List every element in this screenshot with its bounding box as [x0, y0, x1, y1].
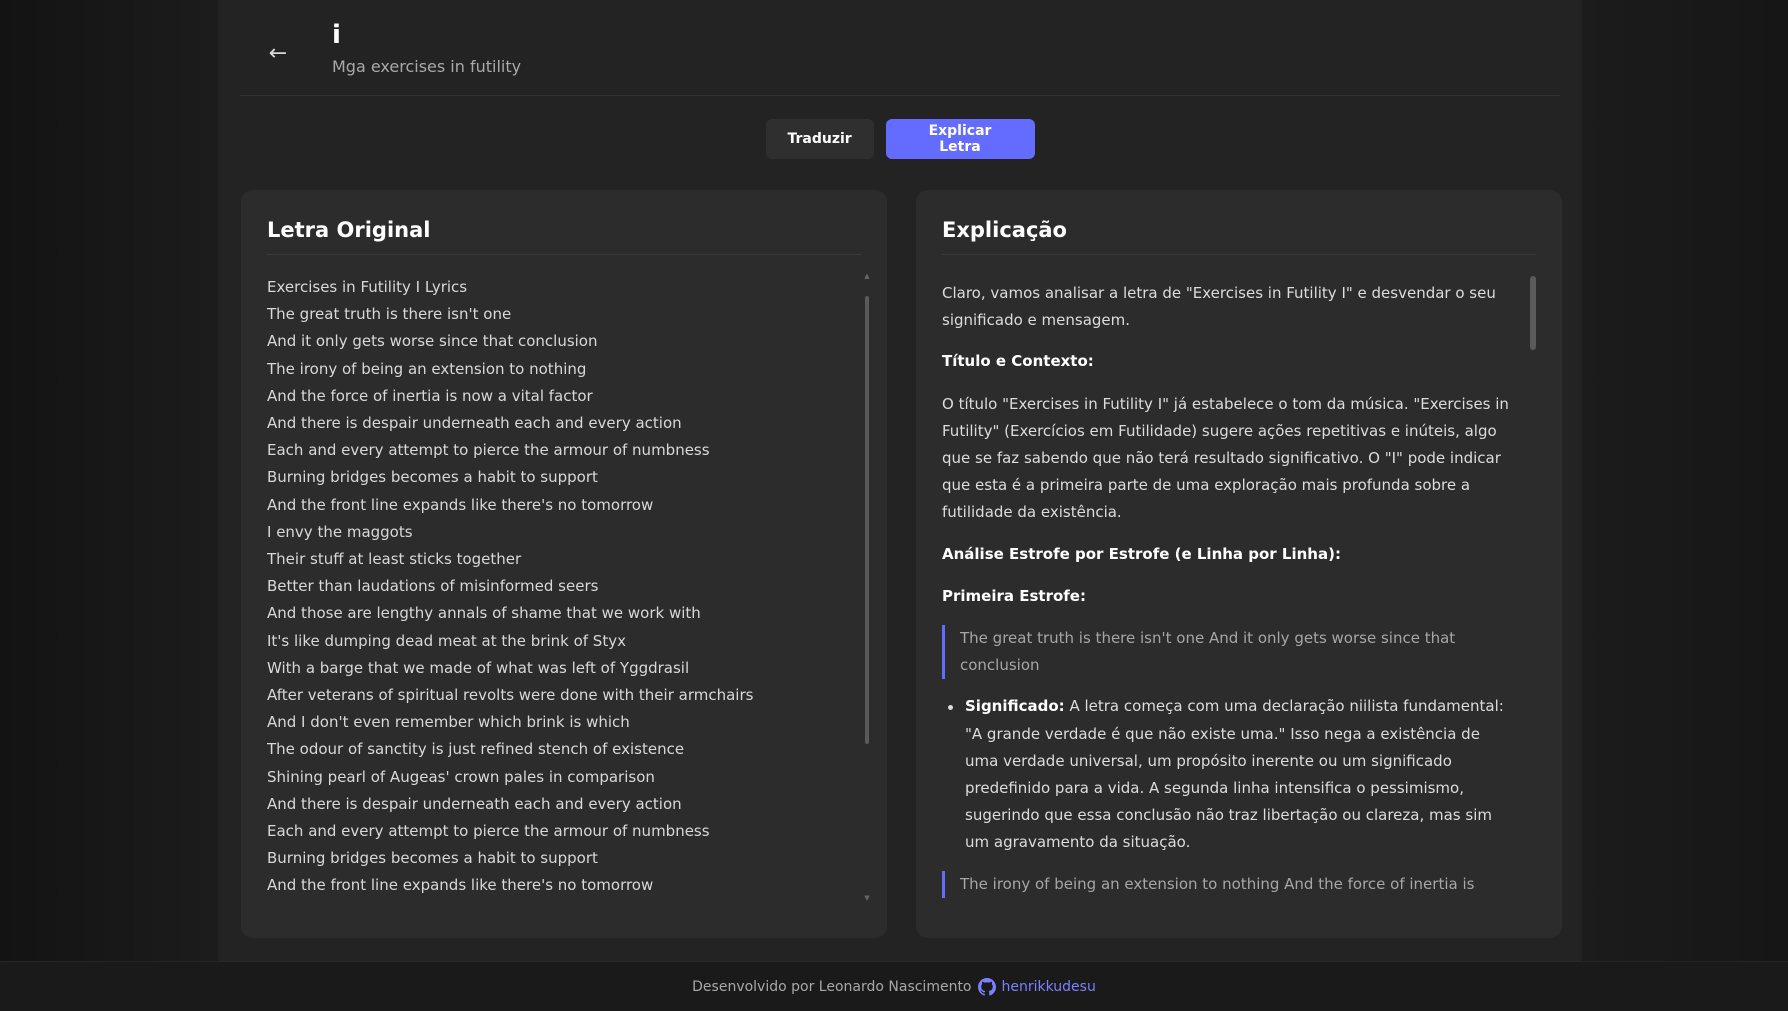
footer: Desenvolvido por Leonardo Nascimento hen… — [0, 961, 1788, 1011]
lyric-line: And it only gets worse since that conclu… — [267, 332, 598, 351]
lyric-line: Exercises in Futility I Lyrics — [267, 278, 468, 296]
original-lyrics-title: Letra Original — [267, 218, 861, 255]
back-arrow-icon[interactable]: ← — [260, 36, 296, 72]
lyric-line: It's like dumping dead meat at the brink… — [267, 631, 626, 650]
meaning-label: Significado: — [965, 697, 1065, 716]
lyric-line: After veterans of spiritual revolts were… — [267, 686, 754, 705]
explanation-scrollbar-thumb[interactable] — [1530, 276, 1536, 350]
song-title: i — [332, 20, 341, 50]
footer-credit: Desenvolvido por Leonardo Nascimento — [692, 978, 972, 995]
lyric-quote: The irony of being an extension to nothi… — [942, 870, 1514, 898]
first-stanza-heading: Primeira Estrofe: — [942, 586, 1086, 605]
meaning-text: A letra começa com uma declaração niilis… — [965, 697, 1504, 852]
lyric-line: The great truth is there isn't one — [267, 305, 512, 324]
scroll-down-icon[interactable]: ▼ — [863, 894, 871, 902]
lyric-line: And I don't even remember which brink is… — [267, 713, 630, 732]
translate-button[interactable]: Traduzir — [765, 119, 874, 159]
scroll-up-icon[interactable]: ▲ — [863, 272, 871, 280]
lyric-line: With a barge that we made of what was le… — [267, 658, 690, 677]
song-artist: Mga exercises in futility — [332, 57, 522, 76]
lyric-line: And the force of inertia is now a vital … — [267, 386, 593, 405]
lyric-line: The odour of sanctity is just refined st… — [267, 740, 685, 759]
lyric-line: Burning bridges becomes a habit to suppo… — [267, 849, 598, 868]
explanation-title: Explicação — [942, 218, 1536, 255]
main-container: ← i Mga exercises in futility Traduzir E… — [218, 0, 1582, 961]
lyric-line: Their stuff at least sticks together — [267, 550, 522, 569]
lyric-line: And those are lengthy annals of shame th… — [267, 604, 701, 623]
lyric-line: Each and every attempt to pierce the arm… — [267, 822, 710, 841]
lyric-line: The irony of being an extension to nothi… — [267, 359, 587, 378]
github-icon — [977, 977, 996, 996]
lyric-line: I envy the maggots — [267, 522, 413, 541]
explanation-intro: Claro, vamos analisar a letra de "Exerci… — [942, 284, 1496, 330]
lyric-line: Burning bridges becomes a habit to suppo… — [267, 468, 598, 487]
analysis-heading: Análise Estrofe por Estrofe (e Linha por… — [942, 544, 1341, 563]
lyric-line: Each and every attempt to pierce the arm… — [267, 441, 710, 460]
lyrics-scrollbar[interactable]: ▲ ▼ — [863, 272, 871, 906]
lyric-line: And the front line expands like there's … — [267, 495, 654, 514]
lyric-line: And there is despair underneath each and… — [267, 414, 682, 433]
explanation-content[interactable]: Claro, vamos analisar a letra de "Exerci… — [942, 274, 1514, 914]
song-header: ← i Mga exercises in futility — [240, 0, 1560, 96]
lyric-line: And there is despair underneath each and… — [267, 794, 682, 813]
lyric-line: Better than laudations of misinformed se… — [267, 577, 599, 596]
meaning-bullet: Significado: A letra começa com uma decl… — [942, 693, 1514, 856]
lyric-line: Shining pearl of Augeas' crown pales in … — [267, 767, 655, 786]
explanation-card: Explicação Claro, vamos analisar a letra… — [916, 190, 1562, 938]
context-text: O título "Exercises in Futility I" já es… — [942, 394, 1509, 522]
lyric-quote: The great truth is there isn't one And i… — [942, 625, 1514, 680]
lyrics-scrollbar-thumb[interactable] — [865, 296, 869, 744]
lyrics-list[interactable]: Exercises in Futility I Lyrics The great … — [267, 274, 847, 904]
original-lyrics-card: Letra Original Exercises in Futility I L… — [241, 190, 887, 938]
action-buttons: Traduzir Explicar Letra — [218, 119, 1582, 159]
lyric-line: And the front line expands like there's … — [267, 876, 654, 895]
context-heading: Título e Contexto: — [942, 352, 1094, 371]
explain-lyrics-button[interactable]: Explicar Letra — [885, 119, 1035, 159]
github-link[interactable]: henrikkudesu — [1002, 979, 1096, 995]
